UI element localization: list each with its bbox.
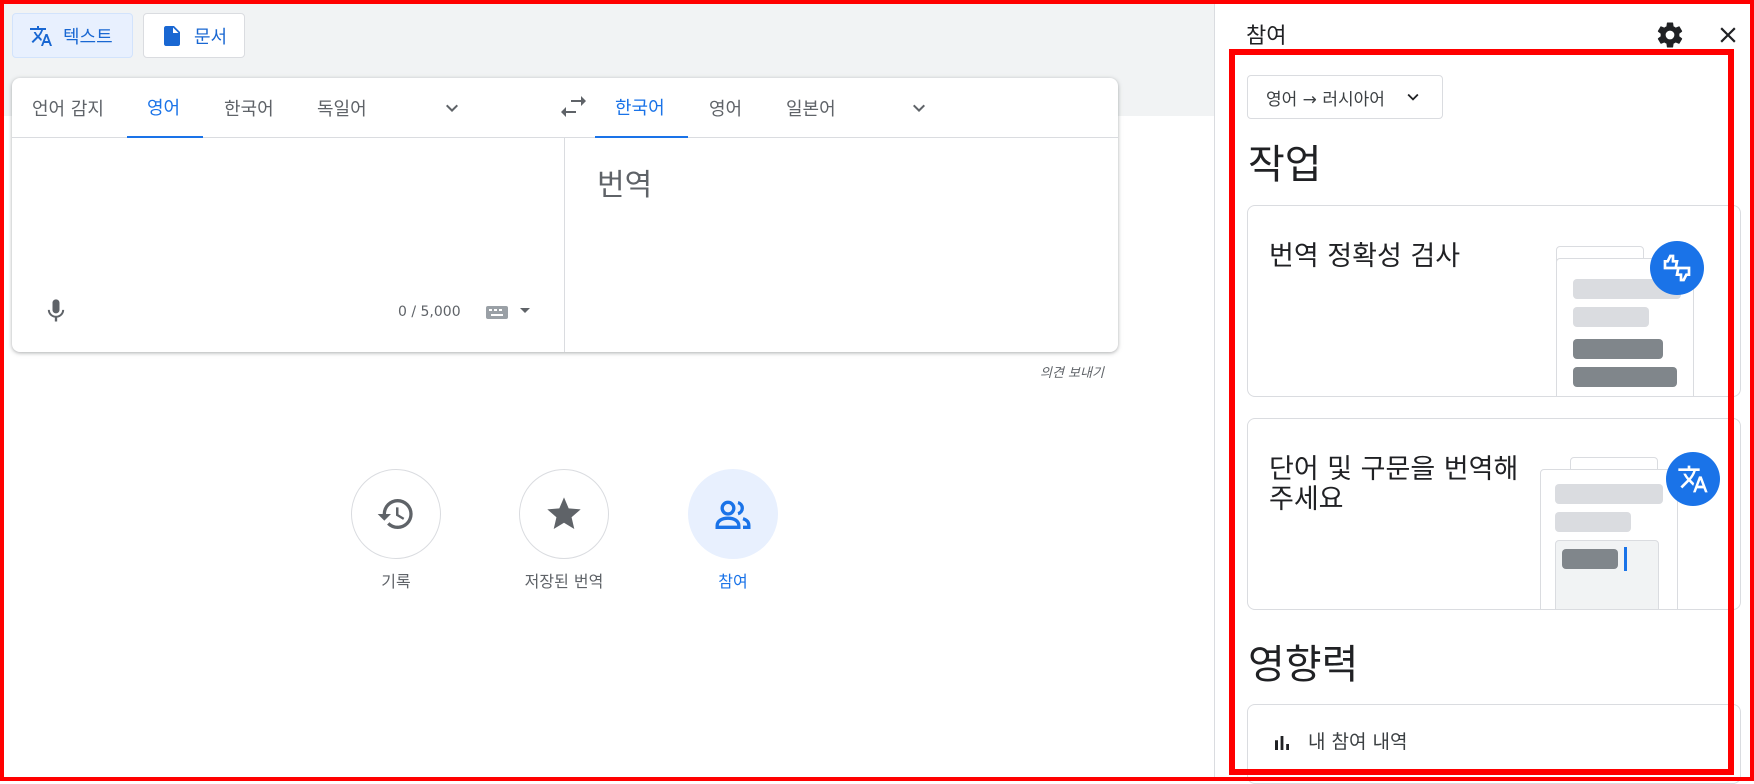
source-lang-korean[interactable]: 한국어: [204, 78, 294, 138]
close-icon[interactable]: [1715, 22, 1741, 48]
tasks-heading: 작업: [1248, 142, 1322, 188]
my-contributions-card[interactable]: 내 참여 내역: [1247, 704, 1741, 784]
language-bar: 언어 감지 영어 한국어 독일어 한국어 영어 일본어: [12, 78, 1118, 138]
document-mode-label: 문서: [194, 26, 228, 48]
task-title: 번역 정확성 검사: [1269, 241, 1461, 272]
char-count: 0 / 5,000: [398, 304, 461, 320]
task-card-translate[interactable]: 단어 및 구문을 번역해 주세요: [1247, 418, 1741, 610]
illustration-bar: [1555, 512, 1631, 532]
source-lang-english[interactable]: 영어: [127, 78, 203, 138]
chevron-down-icon[interactable]: [907, 96, 931, 120]
panel-title: 참여: [1246, 24, 1287, 49]
text-mode-label: 텍스트: [63, 26, 113, 48]
thumbs-up-down-icon: [1663, 254, 1691, 282]
target-lang-japanese[interactable]: 일본어: [766, 78, 856, 138]
swap-icon[interactable]: [552, 94, 600, 122]
history-button[interactable]: [351, 469, 441, 559]
illustration-bar: [1555, 484, 1663, 504]
illustration-bar: [1573, 339, 1663, 359]
history-label: 기록: [381, 572, 411, 591]
language-pair-select[interactable]: 영어 → 러시아어: [1247, 75, 1443, 119]
translate-icon: [30, 25, 52, 46]
illustration-input-box: [1555, 540, 1659, 609]
pane-divider: [564, 138, 565, 352]
chevron-down-icon: [1407, 93, 1419, 101]
people-icon: [715, 500, 751, 529]
illustration-bar: [1573, 367, 1677, 387]
contribute-button[interactable]: [688, 469, 778, 559]
history-icon: [377, 499, 413, 529]
document-mode-button[interactable]: 문서: [143, 13, 245, 58]
illustration-bar: [1562, 549, 1618, 569]
target-lang-korean[interactable]: 한국어: [595, 78, 688, 138]
thumbs-badge: [1650, 241, 1704, 295]
contribute-label: 참여: [718, 572, 748, 591]
task-title: 단어 및 구문을 번역해 주세요: [1269, 454, 1519, 515]
task-card-verify[interactable]: 번역 정확성 검사: [1247, 205, 1741, 397]
panel-divider: [1214, 4, 1215, 777]
text-mode-button[interactable]: 텍스트: [12, 13, 133, 58]
my-contributions-label: 내 참여 내역: [1308, 731, 1408, 753]
saved-button[interactable]: [519, 469, 609, 559]
language-pair-value: 영어 → 러시아어: [1266, 89, 1385, 110]
impact-heading: 영향력: [1248, 642, 1359, 688]
target-lang-english[interactable]: 영어: [689, 78, 762, 138]
document-icon: [164, 25, 180, 46]
bar-chart-icon: [1275, 736, 1289, 750]
translation-output-placeholder: 번역: [597, 168, 653, 203]
source-lang-german[interactable]: 독일어: [297, 78, 387, 138]
source-lang-detect[interactable]: 언어 감지: [12, 78, 124, 138]
illustration-page: [1540, 469, 1678, 609]
send-feedback-link[interactable]: 의견 보내기: [1040, 362, 1104, 381]
chevron-down-icon[interactable]: [440, 96, 464, 120]
star-icon: [547, 497, 581, 529]
translate-icon: [1678, 465, 1708, 493]
keyboard-icon[interactable]: [484, 302, 536, 322]
translate-badge: [1666, 452, 1720, 506]
translation-card: 언어 감지 영어 한국어 독일어 한국어 영어 일본어 0 / 5,000 번역: [12, 78, 1118, 352]
saved-label: 저장된 번역: [524, 572, 604, 591]
gear-icon[interactable]: [1655, 20, 1685, 50]
illustration-bar: [1573, 307, 1649, 327]
mic-icon[interactable]: [42, 296, 70, 326]
text-cursor: [1624, 547, 1627, 571]
